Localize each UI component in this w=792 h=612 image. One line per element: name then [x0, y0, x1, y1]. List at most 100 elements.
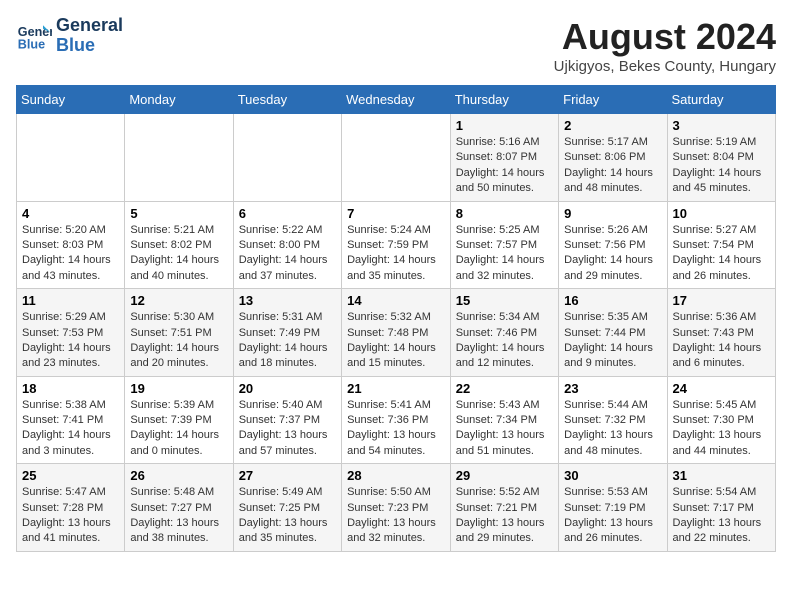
day-number: 11: [22, 293, 119, 308]
calendar-cell: [125, 114, 233, 202]
calendar-cell: 22 Sunrise: 5:43 AM Sunset: 7:34 PM Dayli…: [450, 376, 558, 464]
calendar-cell: [17, 114, 125, 202]
calendar-cell: 30Sunrise: 5:53 AM Sunset: 7:19 PM Dayli…: [559, 464, 667, 552]
calendar-cell: 4 Sunrise: 5:20 AM Sunset: 8:03 PM Daylig…: [17, 201, 125, 289]
day-info: Sunrise: 5:30 AM Sunset: 7:51 PM Dayligh…: [130, 310, 227, 372]
page-header: General Blue General Blue August 2024 Uj…: [16, 16, 776, 75]
calendar-cell: 9 Sunrise: 5:26 AM Sunset: 7:56 PM Daylig…: [559, 201, 667, 289]
day-info: Sunrise: 5:31 AM Sunset: 7:49 PM Dayligh…: [239, 310, 336, 372]
day-number: 13: [239, 293, 336, 308]
day-number: 12: [130, 293, 227, 308]
calendar-cell: 31 Sunrise: 5:54 AM Sunset: 7:17 PM Dayli…: [667, 464, 775, 552]
day-info: Sunrise: 5:25 AM Sunset: 7:57 PM Dayligh…: [456, 223, 553, 285]
calendar-cell: [342, 114, 451, 202]
day-number: 4: [22, 206, 119, 221]
day-info: Sunrise: 5:35 AM Sunset: 7:44 PM Dayligh…: [564, 310, 661, 372]
week-row-2: 4 Sunrise: 5:20 AM Sunset: 8:03 PM Daylig…: [17, 201, 776, 289]
day-number: 27: [239, 468, 336, 483]
calendar-table: SundayMondayTuesdayWednesdayThursdayFrid…: [16, 85, 776, 552]
logo: General Blue General Blue: [16, 16, 123, 56]
week-row-5: 25 Sunrise: 5:47 AM Sunset: 7:28 PM Dayli…: [17, 464, 776, 552]
day-info: Sunrise: 5:22 AM Sunset: 8:00 PM Dayligh…: [239, 223, 336, 285]
day-number: 16: [564, 293, 661, 308]
day-number: 28: [347, 468, 445, 483]
calendar-cell: 21 Sunrise: 5:41 AM Sunset: 7:36 PM Dayli…: [342, 376, 451, 464]
calendar-cell: 20Sunrise: 5:40 AM Sunset: 7:37 PM Dayli…: [233, 376, 341, 464]
day-info: Sunrise: 5:47 AM Sunset: 7:28 PM Dayligh…: [22, 485, 119, 547]
calendar-cell: 18 Sunrise: 5:38 AM Sunset: 7:41 PM Dayli…: [17, 376, 125, 464]
day-info: Sunrise: 5:41 AM Sunset: 7:36 PM Dayligh…: [347, 398, 445, 460]
day-info: Sunrise: 5:54 AM Sunset: 7:17 PM Dayligh…: [673, 485, 770, 547]
calendar-cell: 26Sunrise: 5:48 AM Sunset: 7:27 PM Dayli…: [125, 464, 233, 552]
day-info: Sunrise: 5:16 AM Sunset: 8:07 PM Dayligh…: [456, 135, 553, 197]
day-info: Sunrise: 5:48 AM Sunset: 7:27 PM Dayligh…: [130, 485, 227, 547]
day-info: Sunrise: 5:34 AM Sunset: 7:46 PM Dayligh…: [456, 310, 553, 372]
day-number: 22: [456, 381, 553, 396]
calendar-cell: 11 Sunrise: 5:29 AM Sunset: 7:53 PM Dayli…: [17, 289, 125, 377]
day-info: Sunrise: 5:20 AM Sunset: 8:03 PM Dayligh…: [22, 223, 119, 285]
week-row-1: 1 Sunrise: 5:16 AM Sunset: 8:07 PM Daylig…: [17, 114, 776, 202]
day-number: 29: [456, 468, 553, 483]
header-row: SundayMondayTuesdayWednesdayThursdayFrid…: [17, 86, 776, 114]
calendar-cell: 2 Sunrise: 5:17 AM Sunset: 8:06 PM Daylig…: [559, 114, 667, 202]
day-number: 3: [673, 118, 770, 133]
day-number: 5: [130, 206, 227, 221]
calendar-cell: 10 Sunrise: 5:27 AM Sunset: 7:54 PM Dayli…: [667, 201, 775, 289]
day-number: 24: [673, 381, 770, 396]
header-day-saturday: Saturday: [667, 86, 775, 114]
day-info: Sunrise: 5:53 AM Sunset: 7:19 PM Dayligh…: [564, 485, 661, 547]
day-number: 18: [22, 381, 119, 396]
day-number: 9: [564, 206, 661, 221]
day-info: Sunrise: 5:52 AM Sunset: 7:21 PM Dayligh…: [456, 485, 553, 547]
day-number: 19: [130, 381, 227, 396]
header-day-thursday: Thursday: [450, 86, 558, 114]
day-info: Sunrise: 5:27 AM Sunset: 7:54 PM Dayligh…: [673, 223, 770, 285]
calendar-cell: 14Sunrise: 5:32 AM Sunset: 7:48 PM Dayli…: [342, 289, 451, 377]
calendar-cell: 8 Sunrise: 5:25 AM Sunset: 7:57 PM Daylig…: [450, 201, 558, 289]
day-info: Sunrise: 5:29 AM Sunset: 7:53 PM Dayligh…: [22, 310, 119, 372]
day-number: 23: [564, 381, 661, 396]
calendar-cell: 1 Sunrise: 5:16 AM Sunset: 8:07 PM Daylig…: [450, 114, 558, 202]
day-info: Sunrise: 5:36 AM Sunset: 7:43 PM Dayligh…: [673, 310, 770, 372]
logo-icon: General Blue: [16, 18, 52, 54]
calendar-subtitle: Ujkigyos, Bekes County, Hungary: [554, 58, 776, 75]
day-number: 20: [239, 381, 336, 396]
day-info: Sunrise: 5:38 AM Sunset: 7:41 PM Dayligh…: [22, 398, 119, 460]
calendar-cell: 23Sunrise: 5:44 AM Sunset: 7:32 PM Dayli…: [559, 376, 667, 464]
day-info: Sunrise: 5:45 AM Sunset: 7:30 PM Dayligh…: [673, 398, 770, 460]
day-number: 31: [673, 468, 770, 483]
day-number: 8: [456, 206, 553, 221]
svg-text:Blue: Blue: [18, 37, 45, 51]
day-info: Sunrise: 5:24 AM Sunset: 7:59 PM Dayligh…: [347, 223, 445, 285]
day-number: 2: [564, 118, 661, 133]
calendar-cell: 28Sunrise: 5:50 AM Sunset: 7:23 PM Dayli…: [342, 464, 451, 552]
day-info: Sunrise: 5:21 AM Sunset: 8:02 PM Dayligh…: [130, 223, 227, 285]
day-number: 1: [456, 118, 553, 133]
day-info: Sunrise: 5:43 AM Sunset: 7:34 PM Dayligh…: [456, 398, 553, 460]
calendar-cell: 15 Sunrise: 5:34 AM Sunset: 7:46 PM Dayli…: [450, 289, 558, 377]
calendar-header: SundayMondayTuesdayWednesdayThursdayFrid…: [17, 86, 776, 114]
calendar-title: August 2024: [554, 16, 776, 58]
logo-text: General Blue: [56, 16, 123, 56]
day-number: 17: [673, 293, 770, 308]
header-day-monday: Monday: [125, 86, 233, 114]
week-row-3: 11 Sunrise: 5:29 AM Sunset: 7:53 PM Dayli…: [17, 289, 776, 377]
day-number: 15: [456, 293, 553, 308]
header-day-tuesday: Tuesday: [233, 86, 341, 114]
calendar-cell: 16 Sunrise: 5:35 AM Sunset: 7:44 PM Dayli…: [559, 289, 667, 377]
calendar-cell: 24 Sunrise: 5:45 AM Sunset: 7:30 PM Dayli…: [667, 376, 775, 464]
calendar-cell: 7Sunrise: 5:24 AM Sunset: 7:59 PM Daylig…: [342, 201, 451, 289]
day-number: 21: [347, 381, 445, 396]
calendar-cell: 6Sunrise: 5:22 AM Sunset: 8:00 PM Daylig…: [233, 201, 341, 289]
day-number: 10: [673, 206, 770, 221]
day-number: 25: [22, 468, 119, 483]
calendar-cell: 5 Sunrise: 5:21 AM Sunset: 8:02 PM Daylig…: [125, 201, 233, 289]
title-block: August 2024 Ujkigyos, Bekes County, Hung…: [554, 16, 776, 75]
header-day-wednesday: Wednesday: [342, 86, 451, 114]
calendar-cell: [233, 114, 341, 202]
day-info: Sunrise: 5:19 AM Sunset: 8:04 PM Dayligh…: [673, 135, 770, 197]
calendar-body: 1 Sunrise: 5:16 AM Sunset: 8:07 PM Daylig…: [17, 114, 776, 552]
day-info: Sunrise: 5:26 AM Sunset: 7:56 PM Dayligh…: [564, 223, 661, 285]
calendar-cell: 17 Sunrise: 5:36 AM Sunset: 7:43 PM Dayli…: [667, 289, 775, 377]
day-info: Sunrise: 5:17 AM Sunset: 8:06 PM Dayligh…: [564, 135, 661, 197]
